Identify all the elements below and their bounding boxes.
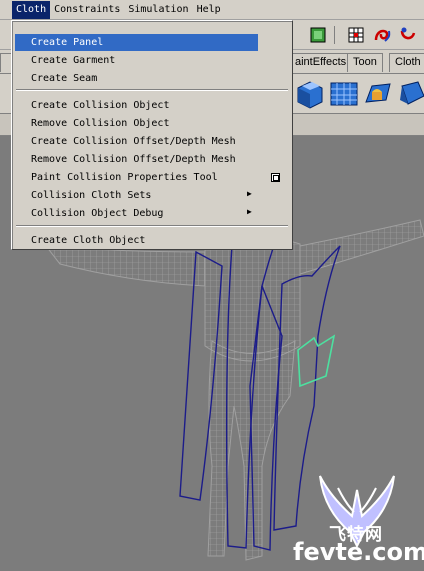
submenu-arrow-icon: ▶ (247, 189, 252, 198)
cloth-solver-icon[interactable] (396, 78, 424, 110)
menu-item-create-panel[interactable]: Create Panel (15, 34, 258, 51)
menu-item-remove-collision-object[interactable]: Remove Collision Object (15, 115, 258, 132)
magnet-snap-icon[interactable] (308, 25, 328, 45)
cloth-collision-icon[interactable] (362, 78, 394, 110)
menu-cloth[interactable]: Cloth (12, 0, 51, 19)
cloth-panel-icon[interactable] (328, 78, 360, 110)
grid-snap-icon[interactable] (346, 25, 366, 45)
menu-item-remove-collision-offset[interactable]: Remove Collision Offset/Depth Mesh (15, 151, 258, 168)
menu-item-create-cloth-object[interactable]: Create Cloth Object (15, 232, 258, 249)
toolbar-divider (334, 26, 335, 44)
menu-help[interactable]: Help (193, 1, 225, 19)
shelf-tab-painteffects[interactable]: aintEffects (289, 53, 353, 72)
menu-constraints[interactable]: Constraints (50, 1, 124, 19)
menu-separator (16, 89, 288, 91)
right-arm-mesh (299, 219, 424, 275)
point-snap-icon[interactable] (398, 25, 418, 45)
menu-item-create-collision-offset[interactable]: Create Collision Offset/Depth Mesh (15, 133, 258, 150)
shelf-tab-cloth[interactable]: Cloth (389, 53, 424, 72)
left-arm-mesh (44, 245, 206, 287)
menubar: Cloth Constraints Simulation Help (0, 0, 424, 20)
menu-item-paint-collision-properties[interactable]: Paint Collision Properties Tool (15, 169, 258, 186)
shelf-tab-toon[interactable]: Toon (347, 53, 383, 72)
menu-separator (16, 225, 288, 227)
menu-item-create-collision-object[interactable]: Create Collision Object (15, 97, 258, 114)
menu-item-collision-cloth-sets[interactable]: Collision Cloth Sets (15, 187, 258, 204)
menu-simulation[interactable]: Simulation (124, 1, 192, 19)
menu-item-collision-object-debug[interactable]: Collision Object Debug (15, 205, 258, 222)
menu-item-create-garment[interactable]: Create Garment (15, 52, 258, 69)
option-box-icon[interactable] (271, 173, 280, 182)
cloth-dropdown-menu: Create Panel Create Garment Create Seam … (11, 20, 293, 250)
submenu-arrow-icon: ▶ (247, 207, 252, 216)
menu-item-create-seam[interactable]: Create Seam (15, 70, 258, 87)
cloth-garment-icon[interactable] (294, 78, 326, 110)
curve-snap-icon[interactable] (372, 25, 392, 45)
watermark-domain-text: fevte.com (293, 538, 424, 566)
